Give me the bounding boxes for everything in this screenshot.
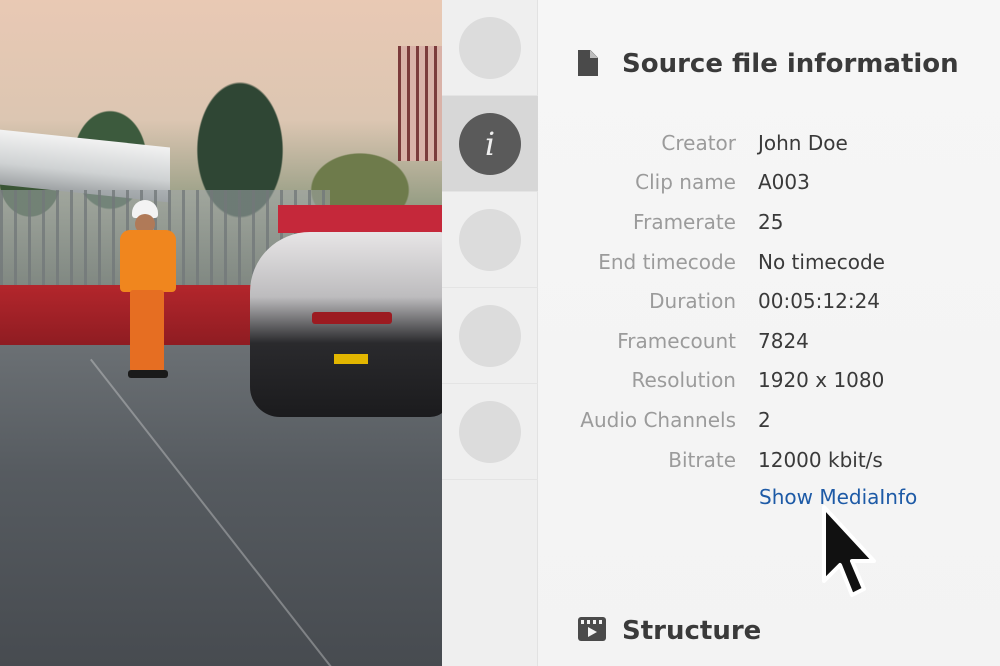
section-title: Structure	[622, 616, 762, 646]
section-title: Source file information	[622, 49, 959, 79]
field-label: Bitrate	[668, 447, 736, 472]
marshal-legs	[130, 290, 164, 372]
field-label: Framecount	[617, 328, 736, 353]
field-label: Duration	[649, 289, 736, 314]
rail-item-3[interactable]	[442, 192, 538, 288]
info-row-end-timecode: End timecode No timecode	[538, 242, 1000, 282]
track-marshal	[118, 200, 180, 380]
rail-item-5[interactable]	[442, 384, 538, 480]
section-rail: i	[442, 0, 538, 666]
placeholder-circle-icon	[459, 16, 521, 79]
info-row-creator: Creator John Doe	[538, 123, 1000, 163]
marshal-shoes	[128, 370, 168, 378]
field-label: Clip name	[635, 170, 736, 195]
info-icon: i	[459, 112, 521, 175]
field-value: 12000 kbit/s	[758, 447, 883, 472]
field-value: A003	[758, 170, 810, 195]
info-row-resolution: Resolution 1920 x 1080	[538, 361, 1000, 401]
placeholder-circle-icon	[459, 304, 521, 367]
info-row-bitrate: Bitrate 12000 kbit/s	[538, 440, 1000, 480]
field-label: Creator	[661, 130, 736, 155]
info-row-audio-channels: Audio Channels 2	[538, 400, 1000, 440]
field-value: No timecode	[758, 249, 885, 274]
field-value: 25	[758, 209, 784, 234]
field-label: End timecode	[598, 249, 736, 274]
field-value: John Doe	[758, 130, 848, 155]
info-row-duration: Duration 00:05:12:24	[538, 281, 1000, 321]
field-value: 2	[758, 407, 771, 432]
race-car	[250, 232, 442, 417]
field-value: 00:05:12:24	[758, 289, 881, 314]
structure-header[interactable]: Structure	[578, 616, 761, 646]
rail-item-4[interactable]	[442, 288, 538, 384]
info-row-clip-name: Clip name A003	[538, 163, 1000, 203]
mouse-cursor-icon	[822, 505, 876, 597]
document-icon	[578, 50, 600, 78]
field-value: 7824	[758, 328, 809, 353]
field-label: Resolution	[631, 368, 736, 393]
placeholder-circle-icon	[459, 208, 521, 271]
field-label: Audio Channels	[580, 407, 736, 432]
info-row-framecount: Framecount 7824	[538, 321, 1000, 361]
placeholder-circle-icon	[459, 400, 521, 463]
field-label: Framerate	[633, 209, 736, 234]
car-plate	[334, 354, 368, 364]
info-row-framerate: Framerate 25	[538, 202, 1000, 242]
field-value: 1920 x 1080	[758, 368, 885, 393]
marshal-body	[120, 230, 176, 292]
source-file-header: Source file information	[578, 49, 959, 79]
rail-item-info[interactable]: i	[442, 96, 538, 192]
clip-preview-image	[0, 0, 442, 666]
info-panel: Source file information Creator John Doe…	[538, 0, 1000, 666]
background-tower	[398, 46, 442, 161]
red-banner	[278, 205, 442, 233]
car-tail-light	[312, 312, 392, 324]
file-info-list: Creator John Doe Clip name A003 Framerat…	[538, 123, 1000, 479]
rail-item-1[interactable]	[442, 0, 538, 96]
film-icon	[578, 617, 606, 645]
